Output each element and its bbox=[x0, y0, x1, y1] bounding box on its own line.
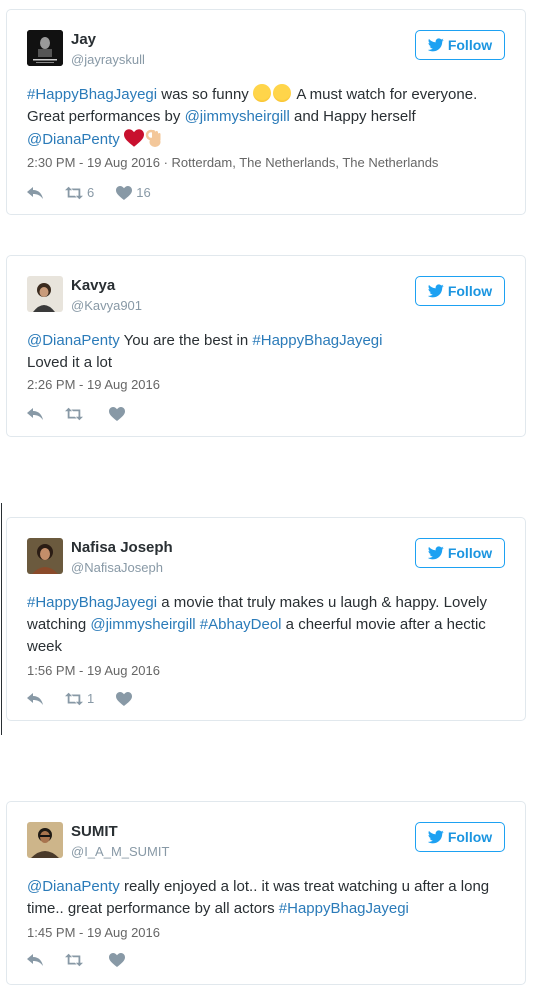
retweet-button[interactable]: 1 bbox=[65, 691, 94, 706]
tweet-timestamp[interactable]: 2:30 PM - 19 Aug 2016 · Rotterdam, The N… bbox=[27, 155, 438, 170]
mention-link[interactable]: @DianaPenty bbox=[27, 131, 120, 148]
retweet-icon bbox=[65, 692, 83, 706]
hashtag-link[interactable]: #HappyBhagJayegi bbox=[27, 86, 157, 103]
reply-button[interactable] bbox=[27, 692, 43, 706]
retweet-button[interactable] bbox=[65, 407, 87, 421]
reply-button[interactable] bbox=[27, 186, 43, 200]
hashtag-link[interactable]: #AbhayDeol bbox=[200, 616, 282, 633]
tweet-text: @DianaPenty You are the best in #HappyBh… bbox=[27, 332, 383, 371]
twitter-bird-icon bbox=[428, 830, 444, 844]
retweet-count: 1 bbox=[87, 691, 95, 706]
follow-button[interactable]: Follow bbox=[415, 30, 505, 60]
avatar-image bbox=[27, 822, 63, 858]
twitter-bird-icon bbox=[428, 546, 444, 560]
tweet-card: Nafisa Joseph @NafisaJoseph Follow #Happ… bbox=[6, 517, 526, 721]
tweet-actions: 6 16 bbox=[27, 185, 173, 200]
reply-button[interactable] bbox=[27, 953, 43, 967]
tweet-card: Jay @jayrayskull Follow #HappyBhagJayegi… bbox=[6, 9, 526, 215]
avatar[interactable] bbox=[27, 30, 63, 66]
hashtag-link[interactable]: #HappyBhagJayegi bbox=[27, 594, 157, 611]
display-name[interactable]: SUMIT bbox=[71, 823, 118, 840]
red-heart-emoji-icon bbox=[123, 129, 144, 147]
twitter-bird-icon bbox=[428, 284, 444, 298]
heart-icon bbox=[109, 407, 125, 421]
avatar[interactable] bbox=[27, 538, 63, 574]
like-button[interactable] bbox=[116, 692, 136, 706]
reply-icon bbox=[27, 407, 43, 421]
follow-label: Follow bbox=[447, 37, 493, 53]
tweet-text: #HappyBhagJayegi a movie that truly make… bbox=[27, 594, 487, 655]
heart-icon bbox=[109, 953, 125, 967]
reply-button[interactable] bbox=[27, 407, 43, 421]
retweet-button[interactable] bbox=[65, 953, 87, 967]
like-button[interactable] bbox=[109, 953, 129, 967]
mention-link[interactable]: @DianaPenty bbox=[27, 332, 120, 349]
retweet-icon bbox=[65, 953, 83, 967]
user-handle[interactable]: @jayrayskull bbox=[71, 52, 145, 67]
tweet-card: SUMIT @I_A_M_SUMIT Follow @DianaPenty re… bbox=[6, 801, 526, 985]
hashtag-link[interactable]: #HappyBhagJayegi bbox=[279, 900, 409, 917]
twitter-bird-icon bbox=[428, 38, 444, 52]
retweet-icon bbox=[65, 407, 83, 421]
mention-link[interactable]: @jimmysheirgill bbox=[90, 616, 195, 633]
tweet-timestamp[interactable]: 1:45 PM - 19 Aug 2016 bbox=[27, 925, 160, 940]
follow-button[interactable]: Follow bbox=[415, 822, 505, 852]
tweet-card: Kavya @Kavya901 Follow @DianaPenty You a… bbox=[6, 255, 526, 437]
retweet-icon bbox=[65, 186, 83, 200]
avatar-image bbox=[27, 538, 63, 574]
heart-icon bbox=[116, 186, 132, 200]
reply-icon bbox=[27, 953, 43, 967]
retweet-button[interactable]: 6 bbox=[65, 185, 94, 200]
display-name[interactable]: Nafisa Joseph bbox=[71, 539, 173, 556]
user-handle[interactable]: @I_A_M_SUMIT bbox=[71, 844, 169, 859]
avatar-image bbox=[27, 276, 63, 312]
reply-icon bbox=[27, 186, 43, 200]
divider-line bbox=[1, 503, 2, 735]
retweet-count: 6 bbox=[87, 185, 95, 200]
display-name[interactable]: Jay bbox=[71, 31, 96, 48]
avatar[interactable] bbox=[27, 822, 63, 858]
like-count: 16 bbox=[136, 185, 151, 200]
heart-icon bbox=[116, 692, 132, 706]
tweet-text: #HappyBhagJayegi was so funny A must wat… bbox=[27, 84, 478, 148]
tweet-text: @DianaPenty really enjoyed a lot.. it wa… bbox=[27, 878, 490, 917]
tweet-actions: 1 bbox=[27, 691, 158, 706]
tweet-actions bbox=[27, 953, 151, 967]
ok-hand-emoji-icon bbox=[145, 129, 161, 147]
user-handle[interactable]: @Kavya901 bbox=[71, 298, 142, 313]
like-button[interactable]: 16 bbox=[116, 185, 151, 200]
follow-button[interactable]: Follow bbox=[415, 276, 505, 306]
hashtag-link[interactable]: #HappyBhagJayegi bbox=[252, 332, 382, 349]
laughing-emoji-icon bbox=[272, 84, 291, 102]
tweet-timestamp[interactable]: 1:56 PM - 19 Aug 2016 bbox=[27, 663, 160, 678]
mention-link[interactable]: @DianaPenty bbox=[27, 878, 120, 895]
avatar[interactable] bbox=[27, 276, 63, 312]
tweet-timestamp[interactable]: 2:26 PM - 19 Aug 2016 bbox=[27, 377, 160, 392]
follow-label: Follow bbox=[447, 545, 493, 561]
follow-button[interactable]: Follow bbox=[415, 538, 505, 568]
reply-icon bbox=[27, 692, 43, 706]
laughing-emoji-icon bbox=[252, 84, 271, 102]
like-button[interactable] bbox=[109, 407, 129, 421]
follow-label: Follow bbox=[447, 283, 493, 299]
avatar-image bbox=[27, 30, 63, 66]
user-handle[interactable]: @NafisaJoseph bbox=[71, 560, 163, 575]
mention-link[interactable]: @jimmysheirgill bbox=[185, 108, 290, 125]
follow-label: Follow bbox=[447, 829, 493, 845]
display-name[interactable]: Kavya bbox=[71, 277, 115, 294]
tweet-actions bbox=[27, 407, 151, 421]
